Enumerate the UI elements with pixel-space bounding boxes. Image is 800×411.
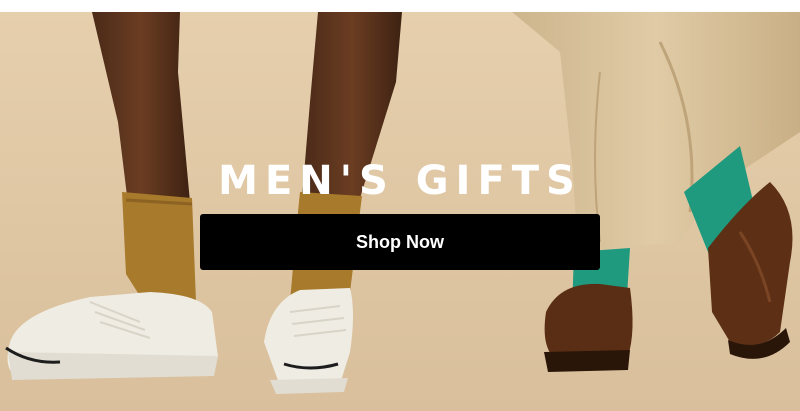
hero-banner[interactable]: MEN'S GIFTS Shop Now — [0, 12, 800, 411]
hero-image — [0, 12, 800, 411]
hero-headline: MEN'S GIFTS — [218, 158, 582, 204]
shop-now-button[interactable]: Shop Now — [200, 214, 600, 270]
